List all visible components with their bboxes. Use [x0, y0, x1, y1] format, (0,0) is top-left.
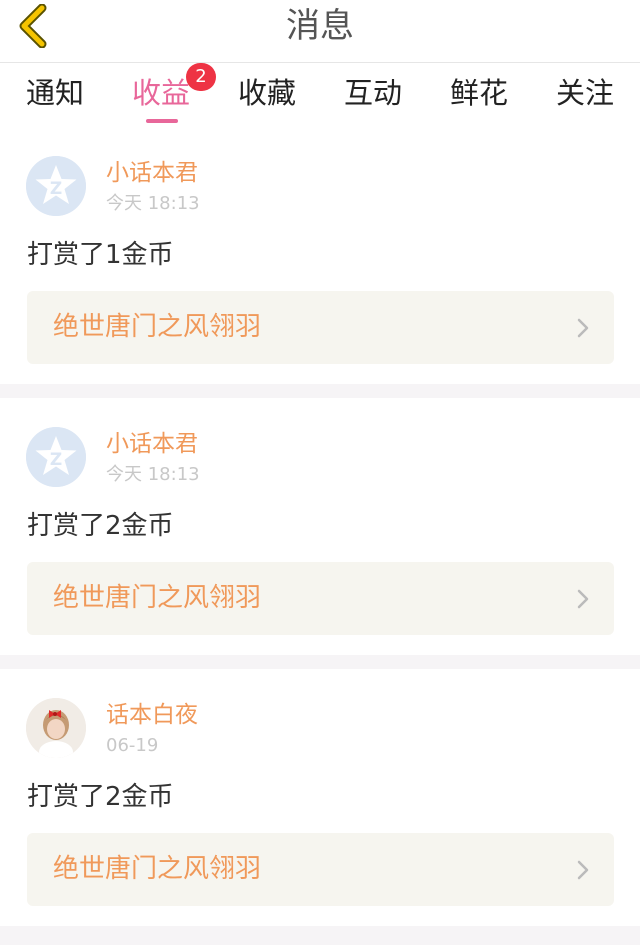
- work-title: 绝世唐门之风翎羽: [53, 854, 262, 884]
- star-logo-icon: Z: [26, 156, 86, 216]
- star-logo-icon: Z: [26, 427, 86, 487]
- divider: [0, 926, 640, 945]
- tab-notifications[interactable]: 通知: [2, 73, 108, 113]
- work-title: 绝世唐门之风翎羽: [53, 583, 262, 613]
- message-card: Z 小话本君 今天 18:13 打赏了2金币 绝世唐门之风翎羽: [0, 398, 640, 653]
- message-card: Z 小话本君 今天 18:13 打赏了1金币 绝世唐门之风翎羽: [0, 127, 640, 382]
- svg-text:Z: Z: [50, 179, 62, 199]
- user-photo-avatar[interactable]: [26, 698, 86, 758]
- username[interactable]: 话本白夜: [106, 700, 198, 730]
- chevron-right-icon: [577, 860, 589, 880]
- tab-label: 收益: [131, 76, 190, 110]
- message-text: 打赏了1金币: [27, 240, 174, 270]
- tab-flowers[interactable]: 鲜花: [426, 73, 532, 113]
- message-text: 打赏了2金币: [27, 511, 174, 541]
- chevron-right-icon: [577, 589, 589, 609]
- username[interactable]: 小话本君: [106, 429, 198, 459]
- default-avatar-icon[interactable]: Z: [26, 427, 86, 487]
- tab-bar: 通知 收益 2 收藏 互动 鲜花 关注: [0, 63, 640, 127]
- page-title: 消息: [286, 6, 354, 46]
- svg-text:Z: Z: [50, 450, 62, 470]
- work-link[interactable]: 绝世唐门之风翎羽: [27, 562, 614, 635]
- unread-badge: 2: [186, 63, 216, 91]
- user-photo-icon: [26, 698, 86, 758]
- active-tab-indicator: [146, 119, 178, 123]
- work-title: 绝世唐门之风翎羽: [53, 312, 262, 342]
- message-text: 打赏了2金币: [27, 782, 174, 812]
- tab-favorites[interactable]: 收藏: [214, 73, 320, 113]
- chevron-right-icon: [577, 318, 589, 338]
- message-card: 话本白夜 06-19 打赏了2金币 绝世唐门之风翎羽: [0, 669, 640, 924]
- tab-interactions[interactable]: 互动: [320, 73, 426, 113]
- timestamp: 今天 18:13: [106, 464, 200, 485]
- username[interactable]: 小话本君: [106, 158, 198, 188]
- work-link[interactable]: 绝世唐门之风翎羽: [27, 291, 614, 364]
- divider: [0, 384, 640, 398]
- nav-header: 消息: [0, 0, 640, 63]
- timestamp: 06-19: [106, 735, 159, 756]
- tab-following[interactable]: 关注: [532, 73, 638, 113]
- divider: [0, 655, 640, 669]
- tab-earnings[interactable]: 收益 2: [108, 63, 216, 123]
- timestamp: 今天 18:13: [106, 193, 200, 214]
- default-avatar-icon[interactable]: Z: [26, 156, 86, 216]
- work-link[interactable]: 绝世唐门之风翎羽: [27, 833, 614, 906]
